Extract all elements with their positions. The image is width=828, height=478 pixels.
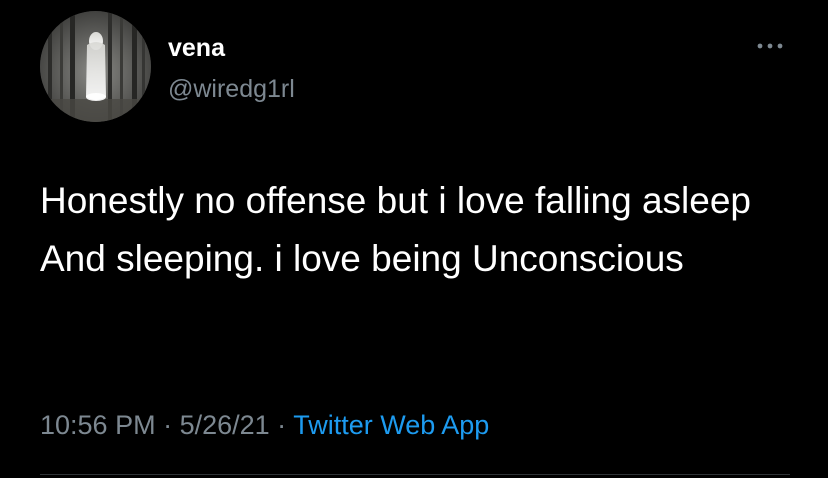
divider [40,474,790,475]
tweet-date[interactable]: 5/26/21 [180,410,270,440]
display-name[interactable]: vena [168,34,225,62]
user-handle[interactable]: @wiredg1rl [168,75,295,103]
ghostly-figure-in-forest-avatar [40,11,151,122]
meta-separator: · [269,410,294,440]
tweet-text: Honestly no offense but i love falling a… [40,180,752,279]
meta-separator: · [155,410,180,440]
more-options-icon [757,43,783,49]
more-options-button[interactable] [750,35,790,57]
tweet-time[interactable]: 10:56 PM [40,410,156,440]
tweet-meta: 10:56 PM · 5/26/21 · Twitter Web App [40,408,489,442]
tweet-source-link[interactable]: Twitter Web App [293,410,489,440]
avatar[interactable] [40,11,151,122]
tweet: vena @wiredg1rl Honestly no offense but … [0,0,828,478]
